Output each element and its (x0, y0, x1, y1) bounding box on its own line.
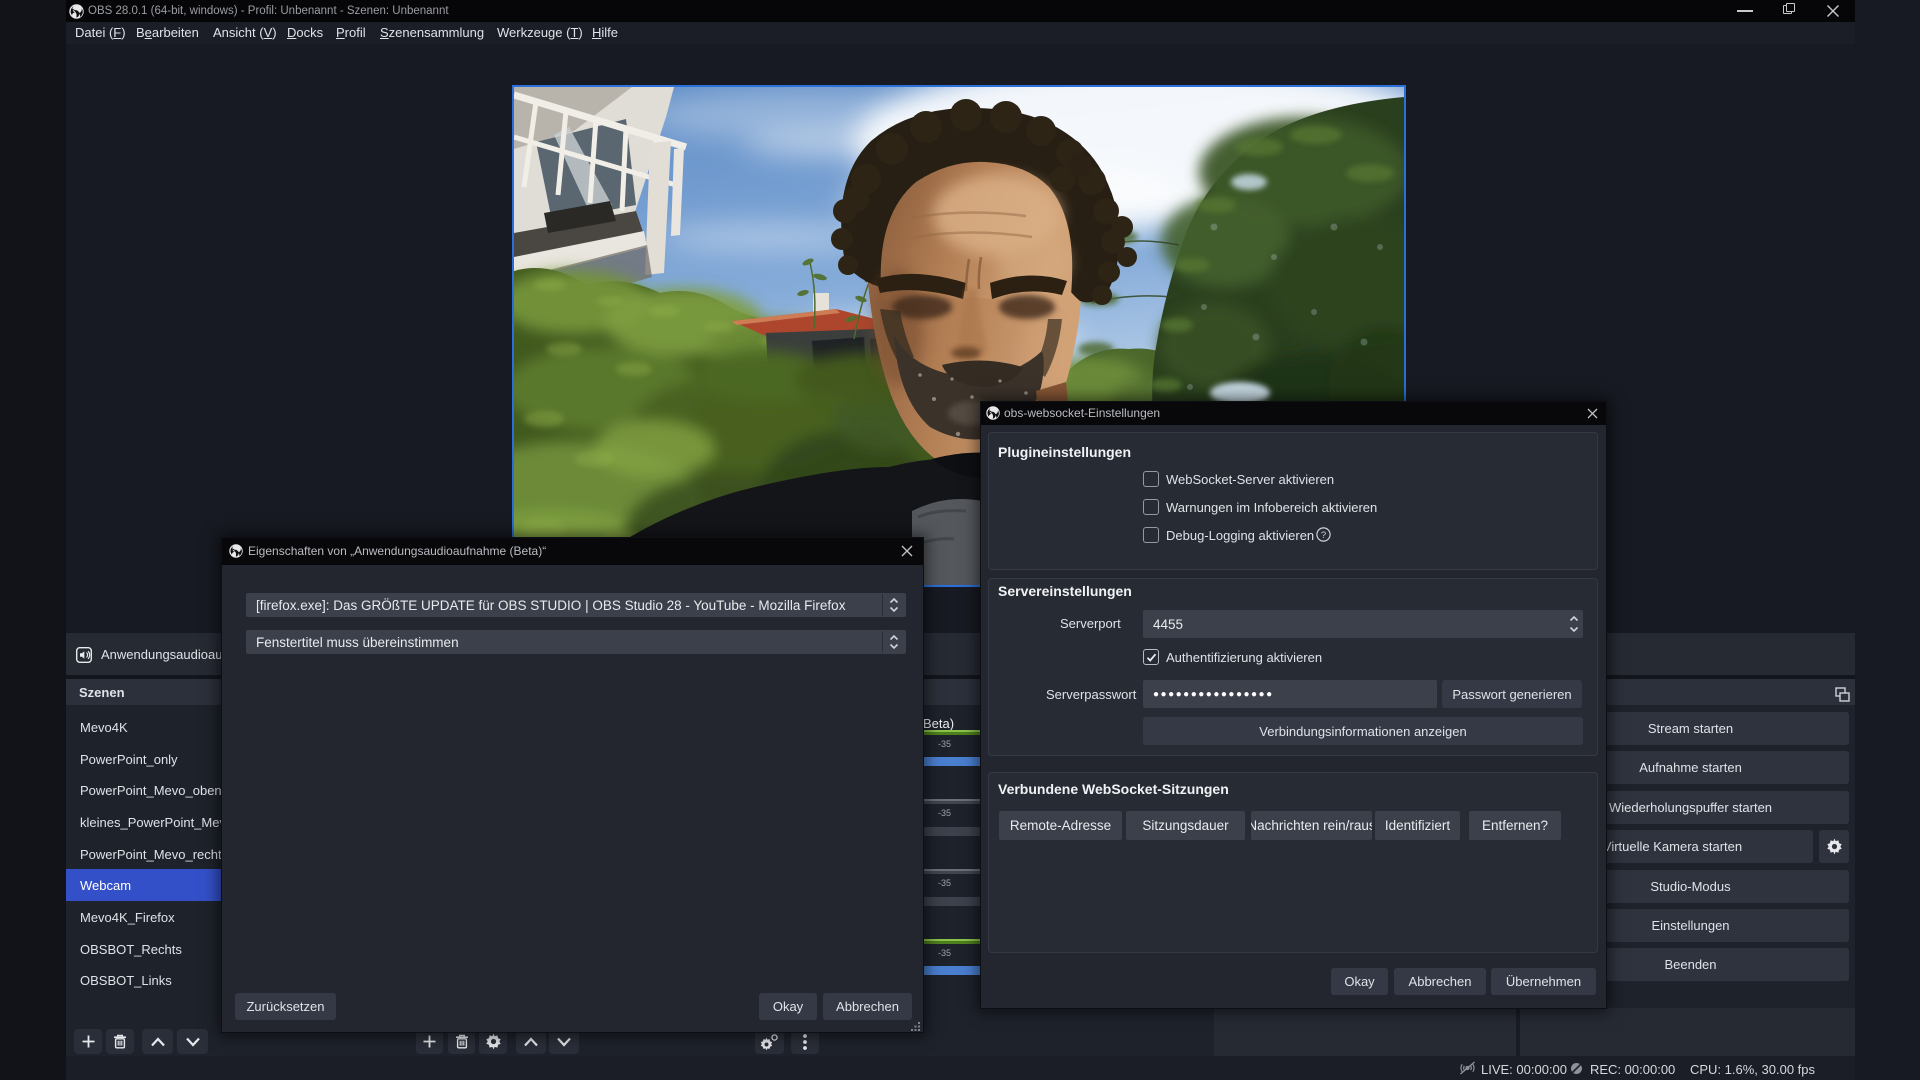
svg-text:?: ? (1321, 530, 1326, 541)
